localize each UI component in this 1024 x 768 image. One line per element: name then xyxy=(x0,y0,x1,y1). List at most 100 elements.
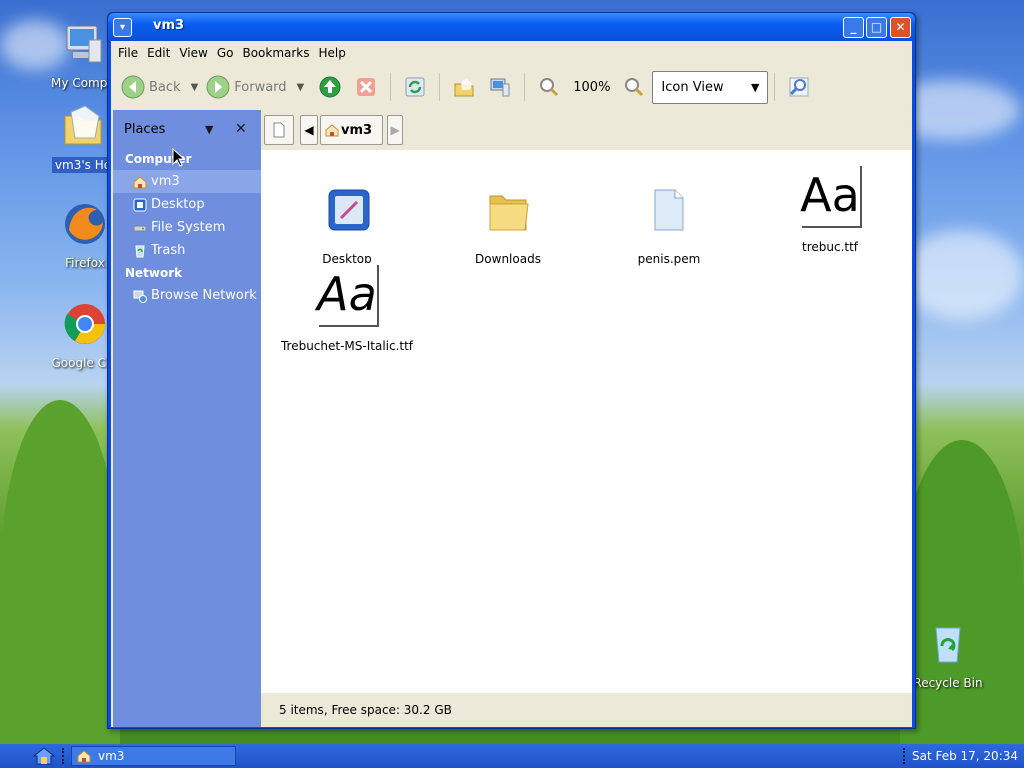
file-item-trebuchet-italic-ttf[interactable]: Aa Trebuchet-MS-Italic.ttf xyxy=(272,263,422,353)
places-sidebar: Places ▼ ✕ Computer vm3 Desktop File Sys… xyxy=(113,110,261,727)
drive-icon xyxy=(133,225,147,231)
menu-help[interactable]: Help xyxy=(316,46,352,60)
menu-file[interactable]: File xyxy=(115,46,144,60)
menu-bookmarks[interactable]: Bookmarks xyxy=(239,46,315,60)
sidebar-item-label: File System xyxy=(151,220,226,235)
back-button[interactable]: Back xyxy=(121,72,181,102)
mouse-cursor-icon xyxy=(172,148,186,167)
home-icon xyxy=(133,175,147,188)
menu-go[interactable]: Go xyxy=(214,46,240,60)
file-icon-view[interactable]: Desktop Downloads penis.pem Aa trebuc.tt… xyxy=(261,150,912,693)
sidebar-item-label: vm3 xyxy=(151,174,180,189)
breadcrumb-scroll-left[interactable]: ◀ xyxy=(300,115,318,145)
window-title: vm3 xyxy=(153,18,185,33)
sidebar-header: Places ▼ ✕ xyxy=(113,110,261,148)
file-item-trebuc-ttf[interactable]: Aa trebuc.ttf xyxy=(755,164,905,254)
desktop-folder-icon xyxy=(328,189,370,231)
file-item-desktop[interactable]: Desktop xyxy=(272,184,422,266)
close-button[interactable]: ✕ xyxy=(890,17,911,38)
toolbar-separator xyxy=(390,73,392,101)
chevron-down-icon: ▼ xyxy=(750,80,760,94)
home-icon[interactable] xyxy=(453,76,475,98)
toolbar-separator xyxy=(524,73,526,101)
desktop-icon-recycle-bin[interactable]: Recycle Bin xyxy=(903,620,993,691)
taskbar-grip[interactable] xyxy=(62,748,65,764)
forward-history-dropdown[interactable]: ▼ xyxy=(297,82,305,93)
sidebar-item-label: Trash xyxy=(151,243,186,258)
folder-icon xyxy=(489,195,529,231)
sidebar-item-label: Desktop xyxy=(151,197,205,212)
zoom-out-icon[interactable] xyxy=(538,76,560,98)
start-menu-icon[interactable] xyxy=(32,746,56,766)
desktop-icon-label: Firefox xyxy=(65,256,105,270)
sidebar-type-dropdown[interactable]: ▼ xyxy=(205,123,213,136)
computer-icon[interactable] xyxy=(489,76,511,98)
sidebar-close-icon[interactable]: ✕ xyxy=(235,121,247,137)
font-preview-icon: Aa xyxy=(317,263,377,325)
sidebar-item-label: Browse Network xyxy=(151,288,257,303)
forward-arrow-icon xyxy=(206,75,230,99)
maximize-button[interactable]: □ xyxy=(866,17,887,38)
file-item-label: penis.pem xyxy=(637,252,701,266)
document-icon xyxy=(654,189,684,231)
computer-icon xyxy=(66,25,102,63)
taskbar-window-label: vm3 xyxy=(98,749,125,763)
stop-icon[interactable] xyxy=(355,76,377,98)
breadcrumb-label: vm3 xyxy=(341,122,373,138)
file-item-downloads[interactable]: Downloads xyxy=(433,184,583,266)
document-icon xyxy=(273,122,285,138)
home-icon xyxy=(77,750,91,763)
clock-area[interactable]: Sat Feb 17, 20:34 xyxy=(897,744,1018,768)
toolbar: Back ▼ Forward ▼ 100% Icon View ▼ xyxy=(111,64,912,110)
breadcrumb-vm3[interactable]: vm3 xyxy=(320,115,384,145)
zoom-level: 100% xyxy=(573,79,611,95)
back-history-dropdown[interactable]: ▼ xyxy=(191,82,199,93)
sidebar-section-network: Network xyxy=(125,266,183,280)
view-mode-select[interactable]: Icon View ▼ xyxy=(652,70,769,104)
desktop-icon-label: Recycle Bin xyxy=(913,676,983,690)
search-icon[interactable] xyxy=(788,76,810,98)
window-menu-button[interactable]: ▾ xyxy=(113,18,132,37)
menu-bar: File Edit View Go Bookmarks Help xyxy=(111,41,912,64)
desktop-icon xyxy=(133,198,147,211)
sidebar-title: Places xyxy=(124,121,166,137)
file-item-label: Trebuchet-MS-Italic.ttf xyxy=(280,339,414,353)
taskbar: vm3 Sat Feb 17, 20:34 xyxy=(0,744,1024,768)
back-label: Back xyxy=(149,79,181,95)
toolbar-separator xyxy=(439,73,441,101)
minimize-button[interactable]: _ xyxy=(843,17,864,38)
file-item-label: Downloads xyxy=(475,252,541,266)
reload-icon[interactable] xyxy=(404,76,426,98)
toggle-location-entry-button[interactable] xyxy=(264,115,294,145)
home-icon xyxy=(325,124,339,137)
up-arrow-icon[interactable] xyxy=(319,76,341,98)
sidebar-item-file-system[interactable]: File System xyxy=(113,216,261,239)
toolbar-separator xyxy=(774,73,776,101)
status-bar: 5 items, Free space: 30.2 GB xyxy=(279,703,452,717)
forward-button[interactable]: Forward xyxy=(206,72,287,102)
view-mode-value: Icon View xyxy=(661,79,724,95)
sidebar-item-trash[interactable]: Trash xyxy=(113,239,261,262)
forward-label: Forward xyxy=(234,79,287,95)
back-arrow-icon xyxy=(121,75,145,99)
breadcrumb-scroll-right[interactable]: ▶ xyxy=(387,115,404,145)
file-manager-window: ▾ vm3 _ □ ✕ File Edit View Go Bookmarks … xyxy=(107,12,916,729)
tray-grip xyxy=(902,748,906,764)
taskbar-window-vm3[interactable]: vm3 xyxy=(71,746,236,766)
file-item-penis-pem[interactable]: penis.pem xyxy=(594,184,744,266)
chrome-icon xyxy=(64,304,105,344)
window-client-area: File Edit View Go Bookmarks Help Back ▼ … xyxy=(111,41,912,727)
menu-edit[interactable]: Edit xyxy=(144,46,176,60)
zoom-in-icon[interactable] xyxy=(623,76,645,98)
title-bar[interactable]: ▾ vm3 _ □ ✕ xyxy=(108,13,915,41)
menu-view[interactable]: View xyxy=(176,46,213,60)
sidebar-item-vm3[interactable]: vm3 xyxy=(113,170,261,193)
home-folder-icon xyxy=(64,105,102,145)
font-preview-icon: Aa xyxy=(800,164,860,226)
trash-icon xyxy=(135,245,145,257)
sidebar-section-computer: Computer xyxy=(125,152,192,166)
sidebar-item-browse-network[interactable]: Browse Network xyxy=(113,284,261,307)
desktop-icon-label: vm3's Ho xyxy=(51,157,115,173)
sidebar-item-desktop[interactable]: Desktop xyxy=(113,193,261,216)
file-item-label: trebuc.ttf xyxy=(801,240,859,254)
